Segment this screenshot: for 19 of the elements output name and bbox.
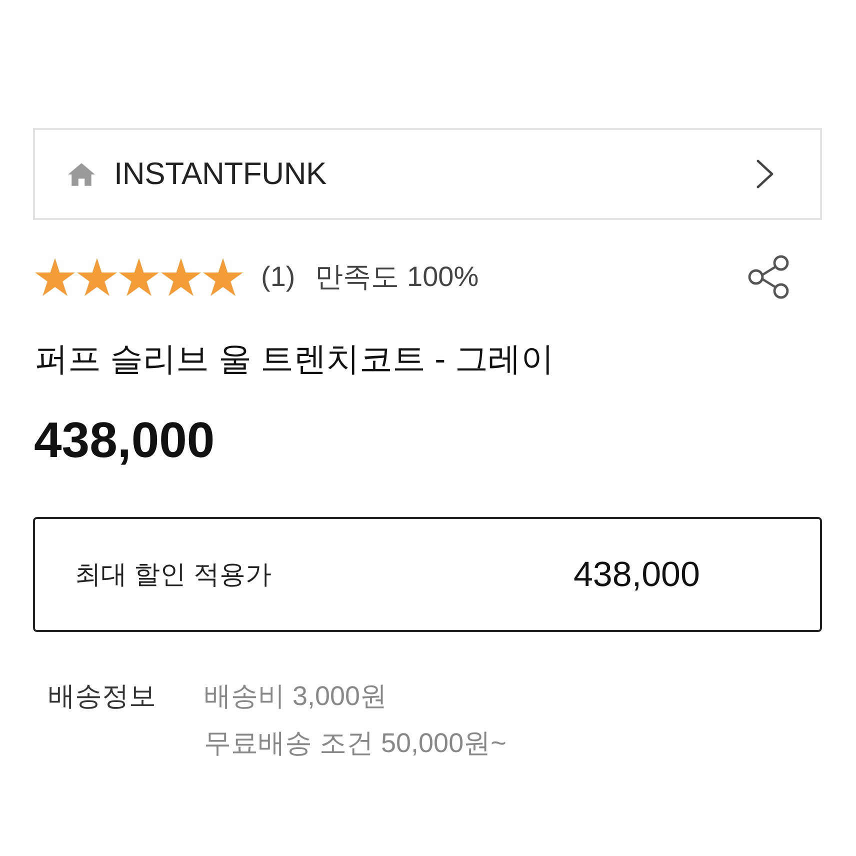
product-price: 438,000	[34, 412, 215, 468]
filled-star-icon	[77, 258, 117, 296]
filled-star-icon	[119, 258, 159, 296]
chevron-right-icon	[756, 159, 774, 189]
filled-star-icon	[203, 258, 243, 296]
shipping-info-label: 배송정보	[48, 680, 156, 713]
satisfaction-rate: 만족도 100%	[315, 260, 479, 294]
brand-link-bar[interactable]: INSTANTFUNK	[33, 128, 822, 220]
review-count: (1)	[261, 261, 296, 293]
max-discount-label: 최대 할인 적용가	[75, 558, 272, 591]
product-title: 퍼프 슬리브 울 트렌치코트 - 그레이	[35, 340, 554, 377]
filled-star-icon	[35, 258, 75, 296]
brand-name: INSTANTFUNK	[114, 156, 326, 192]
share-icon[interactable]	[747, 255, 791, 299]
shipping-info-text: 배송비 3,000원	[204, 680, 388, 713]
max-discount-price: 438,000	[573, 554, 700, 594]
filled-star-icon	[161, 258, 201, 296]
home-icon	[68, 162, 95, 186]
shipping-info-text: 무료배송 조건 50,000원~	[204, 727, 506, 760]
